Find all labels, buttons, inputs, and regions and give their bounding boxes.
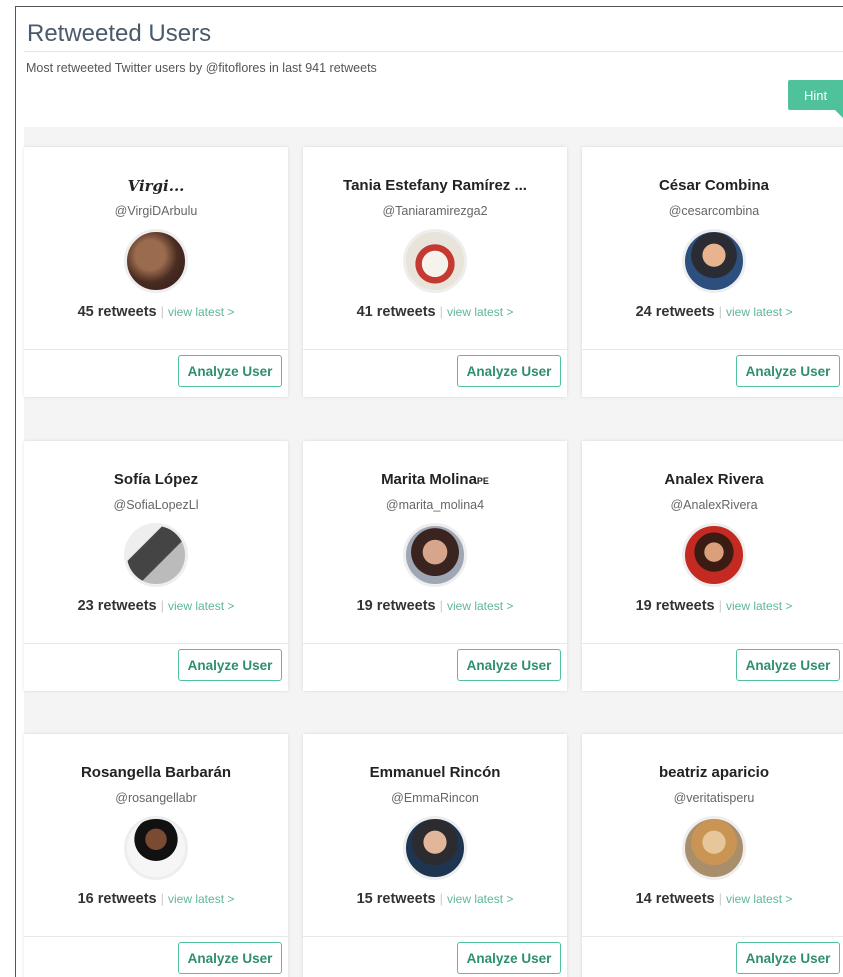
separator: |: [439, 304, 443, 319]
separator: |: [439, 891, 443, 906]
retweet-count: 16 retweets: [77, 891, 157, 907]
card-divider: [24, 643, 288, 644]
user-card: Analex Rivera @AnalexRivera 19 retweets |…: [582, 441, 843, 691]
user-name-suffix: PE: [476, 476, 489, 486]
user-name[interactable]: Rosangella Barbarán: [24, 764, 288, 781]
avatar[interactable]: [682, 229, 746, 293]
avatar[interactable]: [403, 229, 467, 293]
view-latest-link[interactable]: view latest >: [726, 599, 792, 613]
user-name[interactable]: Tania Estefany Ramírez ...: [303, 177, 567, 194]
user-card: César Combina @cesarcombina 24 retweets |…: [582, 147, 843, 397]
user-card: Emmanuel Rincón @EmmaRincon 15 retweets |…: [303, 734, 567, 977]
avatar[interactable]: [403, 523, 467, 587]
view-latest-link[interactable]: view latest >: [447, 892, 513, 906]
user-name[interactable]: Sofía López: [24, 471, 288, 488]
separator: |: [718, 304, 722, 319]
separator: |: [718, 598, 722, 613]
user-handle[interactable]: @VirgiDArbulu: [24, 204, 288, 218]
retweet-count: 41 retweets: [356, 304, 436, 320]
avatar[interactable]: [124, 816, 188, 880]
analyze-user-button[interactable]: Analyze User: [736, 649, 840, 681]
user-name[interactable]: beatriz aparicio: [582, 764, 843, 781]
retweet-count: 19 retweets: [356, 598, 436, 614]
retweet-count: 15 retweets: [356, 891, 436, 907]
analyze-user-button[interactable]: Analyze User: [178, 355, 282, 387]
user-name[interactable]: Marita MolinaPE: [303, 471, 567, 488]
user-handle[interactable]: @EmmaRincon: [303, 791, 567, 805]
title-divider: [24, 51, 843, 52]
avatar[interactable]: [682, 523, 746, 587]
user-name[interactable]: Virgi...: [24, 177, 288, 195]
analyze-user-button[interactable]: Analyze User: [178, 942, 282, 974]
hint-button[interactable]: Hint: [788, 80, 843, 118]
view-latest-link[interactable]: view latest >: [447, 305, 513, 319]
page-subtitle: Most retweeted Twitter users by @fitoflo…: [26, 61, 377, 75]
retweet-stats: 16 retweets | view latest >: [24, 890, 288, 908]
analyze-user-button[interactable]: Analyze User: [736, 355, 840, 387]
user-card: Sofía López @SofiaLopezLl 23 retweets | vi…: [24, 441, 288, 691]
user-card: Tania Estefany Ramírez ... @Taniaramirez…: [303, 147, 567, 397]
user-card: beatriz aparicio @veritatisperu 14 retwe…: [582, 734, 843, 977]
retweet-count: 45 retweets: [77, 304, 157, 320]
retweet-stats: 45 retweets | view latest >: [24, 303, 288, 321]
retweet-stats: 19 retweets | view latest >: [303, 597, 567, 615]
retweet-count: 23 retweets: [77, 598, 157, 614]
avatar[interactable]: [124, 523, 188, 587]
user-card: Virgi... @VirgiDArbulu 45 retweets | view …: [24, 147, 288, 397]
retweet-stats: 23 retweets | view latest >: [24, 597, 288, 615]
retweet-count: 19 retweets: [635, 598, 715, 614]
separator: |: [718, 891, 722, 906]
card-divider: [582, 349, 843, 350]
analyze-user-button[interactable]: Analyze User: [736, 942, 840, 974]
retweet-stats: 24 retweets | view latest >: [582, 303, 843, 321]
card-divider: [24, 349, 288, 350]
view-latest-link[interactable]: view latest >: [168, 305, 234, 319]
retweet-stats: 15 retweets | view latest >: [303, 890, 567, 908]
user-handle[interactable]: @marita_molina4: [303, 498, 567, 512]
separator: |: [160, 891, 164, 906]
user-handle[interactable]: @AnalexRivera: [582, 498, 843, 512]
avatar[interactable]: [682, 816, 746, 880]
analyze-user-button[interactable]: Analyze User: [457, 355, 561, 387]
user-handle[interactable]: @Taniaramirezga2: [303, 204, 567, 218]
view-latest-link[interactable]: view latest >: [726, 892, 792, 906]
separator: |: [439, 598, 443, 613]
page-title: Retweeted Users: [27, 20, 212, 47]
user-name[interactable]: Emmanuel Rincón: [303, 764, 567, 781]
user-handle[interactable]: @SofiaLopezLl: [24, 498, 288, 512]
user-handle[interactable]: @cesarcombina: [582, 204, 843, 218]
retweet-count: 14 retweets: [635, 891, 715, 907]
view-latest-link[interactable]: view latest >: [168, 892, 234, 906]
avatar[interactable]: [403, 816, 467, 880]
separator: |: [160, 598, 164, 613]
user-name[interactable]: Analex Rivera: [582, 471, 843, 488]
card-divider: [582, 936, 843, 937]
retweet-stats: 19 retweets | view latest >: [582, 597, 843, 615]
retweet-stats: 14 retweets | view latest >: [582, 890, 843, 908]
retweet-stats: 41 retweets | view latest >: [303, 303, 567, 321]
user-handle[interactable]: @rosangellabr: [24, 791, 288, 805]
card-divider: [303, 936, 567, 937]
view-latest-link[interactable]: view latest >: [447, 599, 513, 613]
card-divider: [303, 643, 567, 644]
view-latest-link[interactable]: view latest >: [726, 305, 792, 319]
separator: |: [160, 304, 164, 319]
user-card: Rosangella Barbarán @rosangellabr 16 ret…: [24, 734, 288, 977]
user-handle[interactable]: @veritatisperu: [582, 791, 843, 805]
user-card-grid: Virgi... @VirgiDArbulu 45 retweets | view …: [24, 127, 843, 977]
avatar[interactable]: [124, 229, 188, 293]
retweet-count: 24 retweets: [635, 304, 715, 320]
analyze-user-button[interactable]: Analyze User: [457, 649, 561, 681]
retweeted-users-panel: Retweeted Users Most retweeted Twitter u…: [15, 6, 843, 977]
analyze-user-button[interactable]: Analyze User: [178, 649, 282, 681]
card-divider: [582, 643, 843, 644]
user-name-text: Marita Molina: [381, 471, 477, 488]
user-card: Marita MolinaPE @marita_molina4 19 retwe…: [303, 441, 567, 691]
card-divider: [303, 349, 567, 350]
view-latest-link[interactable]: view latest >: [168, 599, 234, 613]
analyze-user-button[interactable]: Analyze User: [457, 942, 561, 974]
card-divider: [24, 936, 288, 937]
user-name[interactable]: César Combina: [582, 177, 843, 194]
